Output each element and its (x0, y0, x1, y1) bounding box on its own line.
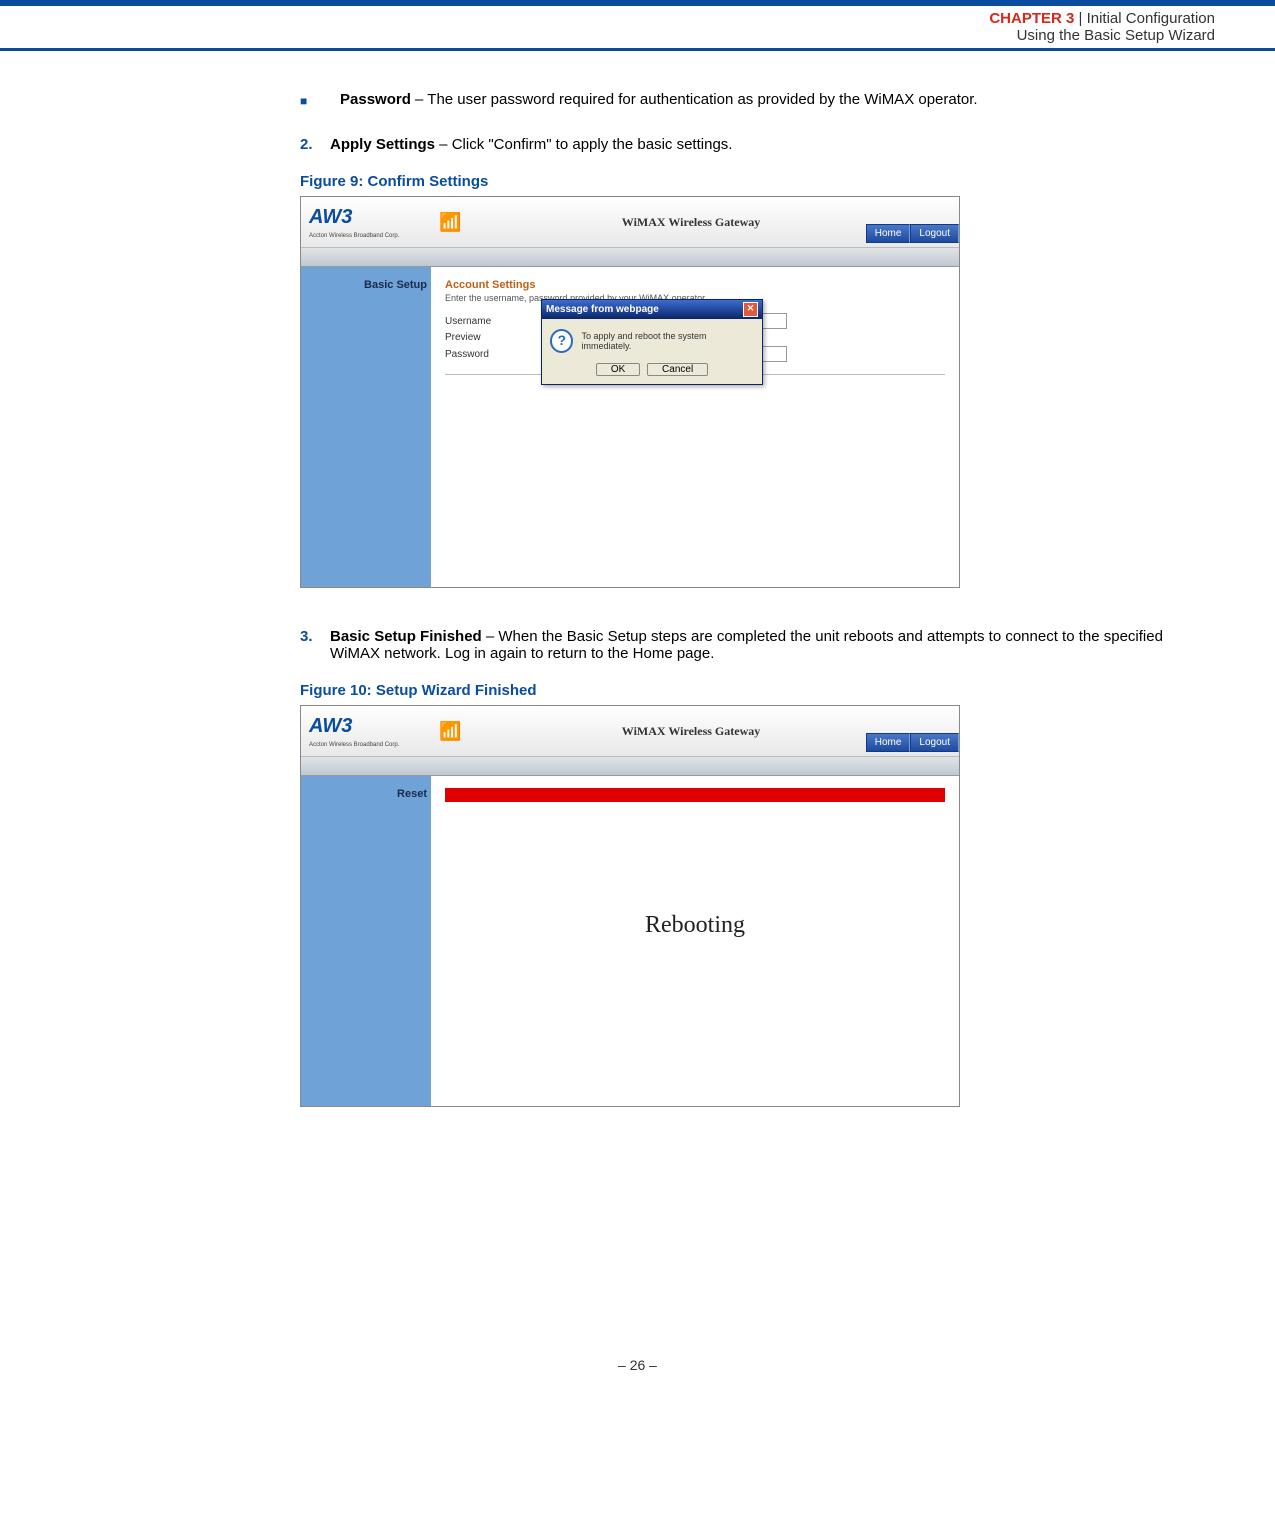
ok-button[interactable]: OK (596, 363, 640, 376)
cancel-button[interactable]: Cancel (647, 363, 708, 376)
dialog-body: ? To apply and reboot the system immedia… (542, 319, 762, 363)
step-2-desc: – Click "Confirm" to apply the basic set… (435, 136, 732, 153)
bullet-label: Password (340, 91, 411, 108)
dialog-buttons: OK Cancel (542, 363, 762, 384)
bullet-icon: ■ (300, 91, 340, 108)
sidebar: Basic Setup (301, 267, 431, 587)
step-3: 3. Basic Setup Finished – When the Basic… (300, 628, 1215, 662)
step-2-text: Apply Settings – Click "Confirm" to appl… (330, 136, 1215, 153)
section-title: Account Settings (445, 279, 945, 291)
question-icon: ? (550, 329, 573, 353)
rebooting-text: Rebooting (445, 912, 945, 939)
sidebar-item-basic-setup[interactable]: Basic Setup (364, 279, 427, 291)
logo-icon: AW3 (309, 205, 359, 233)
sidebar-2: Reset (301, 776, 431, 1106)
ss2-nav: Home Logout (866, 733, 959, 752)
header-title: Initial Configuration (1087, 10, 1215, 27)
page-content: ■ Password – The user password required … (300, 91, 1215, 1107)
dialog-message: To apply and reboot the system immediate… (581, 331, 754, 351)
header-sep: | (1074, 10, 1086, 27)
figure-9-caption: Figure 9: Confirm Settings (300, 173, 1215, 190)
ss2-logo: AW3 Accton Wireless Broadband Corp. (309, 714, 399, 748)
close-icon[interactable]: ✕ (743, 302, 758, 317)
nav-home-button[interactable]: Home (866, 733, 911, 752)
signal-icon: 📶 (439, 212, 461, 233)
progress-bar (445, 788, 945, 802)
logo-sub: Accton Wireless Broadband Corp. (309, 742, 399, 748)
step-2: 2. Apply Settings – Click "Confirm" to a… (300, 136, 1215, 153)
bullet-password: ■ Password – The user password required … (300, 91, 1215, 108)
ss-topband: AW3 Accton Wireless Broadband Corp. 📶 Wi… (301, 197, 959, 248)
ss-body: Basic Setup Account Settings Enter the u… (301, 267, 959, 587)
nav-logout-button[interactable]: Logout (910, 224, 959, 243)
nav-home-button[interactable]: Home (866, 224, 911, 243)
sidebar-item-reset[interactable]: Reset (397, 788, 427, 800)
chapter-label: CHAPTER 3 (989, 10, 1074, 27)
step-3-text: Basic Setup Finished – When the Basic Se… (330, 628, 1215, 662)
dialog-title-text: Message from webpage (546, 304, 659, 315)
gateway-title: WiMAX Wireless Gateway (622, 724, 760, 739)
step-2-num: 2. (300, 136, 330, 153)
label-username: Username (445, 316, 515, 327)
ss2-topband: AW3 Accton Wireless Broadband Corp. 📶 Wi… (301, 706, 959, 757)
figure-9-screenshot: AW3 Accton Wireless Broadband Corp. 📶 Wi… (300, 196, 960, 588)
logo-icon: AW3 (309, 714, 359, 742)
nav-logout-button[interactable]: Logout (910, 733, 959, 752)
bullet-text: Password – The user password required fo… (340, 91, 1215, 108)
figure-10-screenshot: AW3 Accton Wireless Broadband Corp. 📶 Wi… (300, 705, 960, 1107)
ss-main: Account Settings Enter the username, pas… (431, 267, 959, 587)
ss2-main: Rebooting (431, 776, 959, 1106)
header-subtitle: Using the Basic Setup Wizard (0, 27, 1215, 44)
page-footer: – 26 – (0, 1357, 1275, 1393)
ss-nav: Home Logout (866, 224, 959, 243)
ss2-body: Reset Rebooting (301, 776, 959, 1106)
ss-logo: AW3 Accton Wireless Broadband Corp. (309, 205, 399, 239)
ss-menubar (301, 248, 959, 267)
step-2-label: Apply Settings (330, 136, 435, 153)
step-3-num: 3. (300, 628, 330, 662)
signal-icon: 📶 (439, 721, 461, 742)
label-password: Password (445, 349, 515, 360)
bullet-desc: – The user password required for authent… (411, 91, 978, 108)
page-header: CHAPTER 3 | Initial Configuration Using … (0, 6, 1275, 51)
step-3-label: Basic Setup Finished (330, 628, 482, 645)
dialog-titlebar: Message from webpage ✕ (542, 300, 762, 319)
figure-10-caption: Figure 10: Setup Wizard Finished (300, 682, 1215, 699)
logo-sub: Accton Wireless Broadband Corp. (309, 233, 399, 239)
label-preview: Preview (445, 332, 515, 343)
gateway-title: WiMAX Wireless Gateway (622, 215, 760, 230)
confirm-dialog: Message from webpage ✕ ? To apply and re… (541, 299, 763, 385)
ss2-menubar (301, 757, 959, 776)
